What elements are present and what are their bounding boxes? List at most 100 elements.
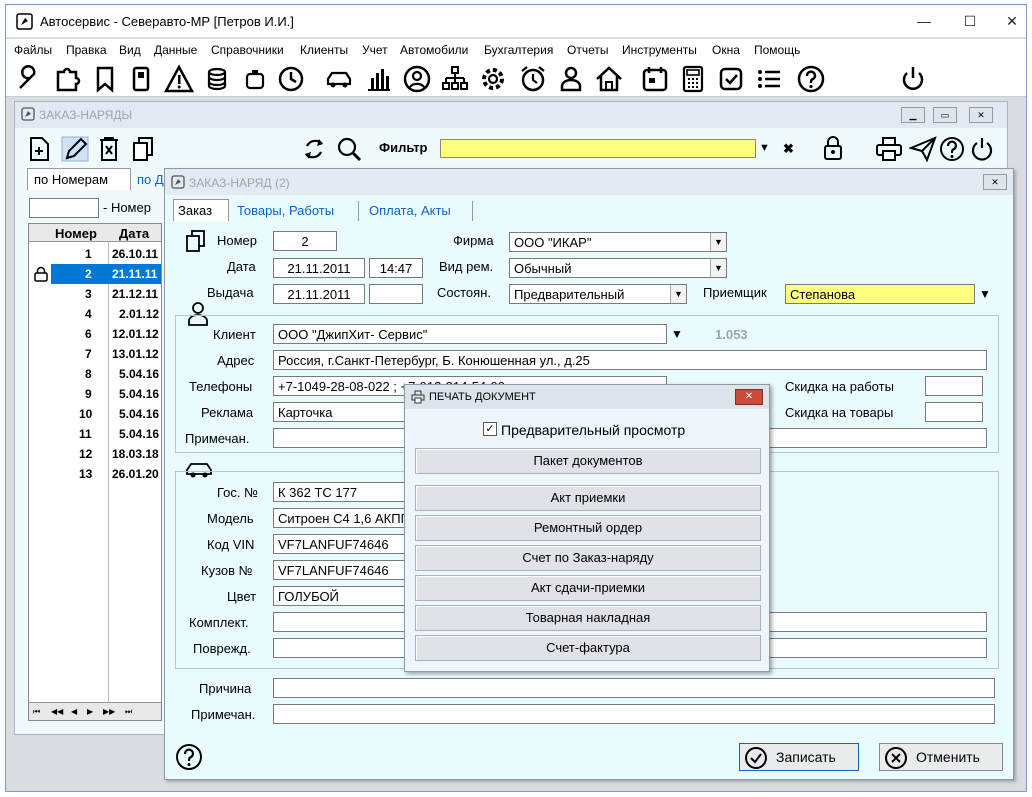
model-field[interactable]: Ситроен С4 1,6 АКПП [273, 508, 413, 528]
print-icon[interactable] [875, 136, 903, 162]
state-select[interactable]: Предварительный ▼ [509, 284, 687, 304]
order-close-button[interactable]: ✕ [983, 174, 1007, 190]
receiver-field[interactable]: Степанова [785, 284, 975, 304]
history-icon[interactable] [276, 64, 306, 94]
maximize-button[interactable]: ☐ [960, 11, 980, 31]
handover-act-button[interactable]: Акт сдачи-приемки [415, 575, 761, 601]
menu-files[interactable]: Файлы [14, 43, 52, 57]
repair-order-button[interactable]: Ремонтный ордер [415, 515, 761, 541]
menu-reports[interactable]: Отчеты [567, 43, 608, 57]
table-row[interactable]: 1 26.10.11 [29, 244, 161, 264]
menu-data[interactable]: Данные [154, 43, 197, 57]
client-field[interactable]: ООО "ДжипХит- Сервис" [273, 324, 667, 344]
repair-type-select[interactable]: Обычный ▼ [509, 258, 727, 278]
menu-cars[interactable]: Автомобили [400, 43, 468, 57]
coins-icon[interactable] [202, 64, 232, 94]
alarm-icon[interactable] [518, 64, 548, 94]
menu-edit[interactable]: Правка [66, 43, 107, 57]
table-row[interactable]: 12 18.03.18 [29, 444, 161, 464]
search-icon[interactable] [335, 136, 363, 162]
list-minimize-button[interactable]: ▁ [901, 107, 925, 123]
menu-accounting[interactable]: Учет [362, 43, 388, 57]
nav-prev-button[interactable]: ◀ [71, 707, 77, 716]
bookmark-icon[interactable] [90, 64, 120, 94]
time-field[interactable]: 14:47 [369, 258, 423, 278]
list-restore-button[interactable]: ▭ [933, 107, 957, 123]
table-row[interactable]: 10 5.04.16 [29, 404, 161, 424]
table-row[interactable]: 8 5.04.16 [29, 364, 161, 384]
client-dropdown-icon[interactable]: ▼ [671, 327, 683, 341]
tab-order[interactable]: Заказ [173, 199, 229, 221]
car-icon[interactable] [324, 64, 354, 94]
table-row-selected[interactable]: 2 21.11.11 [29, 264, 161, 284]
date-field[interactable]: 21.11.2011 [273, 258, 365, 278]
delete-document-icon[interactable] [97, 136, 121, 162]
nav-last-button[interactable]: ⏭ [125, 707, 132, 717]
nav-next-button[interactable]: ▶ [87, 707, 93, 716]
help-icon[interactable] [796, 64, 826, 94]
issue-date-field[interactable]: 21.11.2011 [273, 284, 365, 304]
menu-help[interactable]: Помощь [754, 43, 800, 57]
receiver-dropdown-icon[interactable]: ▼ [979, 287, 991, 301]
battery-icon[interactable] [240, 64, 270, 94]
nav-prev-page-button[interactable]: ◀◀ [51, 707, 63, 716]
phone-book-icon[interactable] [126, 64, 156, 94]
filter-dropdown-icon[interactable]: ▼ [759, 142, 770, 154]
edit-pencil-icon[interactable] [61, 136, 89, 162]
issue-time-field[interactable] [369, 284, 423, 304]
person-icon[interactable] [556, 64, 586, 94]
order-help-icon[interactable] [175, 743, 203, 771]
org-chart-icon[interactable] [440, 64, 470, 94]
order-invoice-button[interactable]: Счет по Заказ-наряду [415, 545, 761, 571]
firm-select[interactable]: ООО "ИКАР" ▼ [509, 232, 727, 252]
table-row[interactable]: 9 5.04.16 [29, 384, 161, 404]
calendar-icon[interactable] [640, 64, 670, 94]
home-icon[interactable] [594, 64, 624, 94]
table-row[interactable]: 4 2.01.12 [29, 304, 161, 324]
cancel-button[interactable]: Отменить [879, 743, 1003, 771]
table-row[interactable]: 11 5.04.16 [29, 424, 161, 444]
nav-first-button[interactable]: ⏮ [33, 707, 40, 717]
puzzle-icon[interactable] [52, 64, 82, 94]
calculator-icon[interactable] [678, 64, 708, 94]
column-date[interactable]: Дата [119, 226, 149, 241]
save-button[interactable]: Записать [739, 743, 859, 771]
color-field[interactable]: ГОЛУБОЙ [273, 586, 413, 606]
menu-clients[interactable]: Клиенты [300, 43, 348, 57]
filter-clear-icon[interactable]: ✖ [783, 141, 794, 157]
bar-chart-icon[interactable] [364, 64, 394, 94]
tax-invoice-button[interactable]: Счет-фактура [415, 635, 761, 661]
table-row[interactable]: 3 21.12.11 [29, 284, 161, 304]
new-document-icon[interactable] [27, 136, 51, 162]
menu-tools[interactable]: Инструменты [622, 43, 697, 57]
tab-payment-acts[interactable]: Оплата, Акты [365, 201, 473, 221]
minimize-button[interactable]: — [914, 11, 934, 31]
firm-dropdown-icon[interactable]: ▼ [710, 233, 726, 251]
plate-field[interactable]: К 362 ТС 177 [273, 482, 413, 502]
copy-document-icon[interactable] [131, 136, 155, 162]
power-icon[interactable] [898, 64, 928, 94]
lock-icon[interactable] [821, 134, 845, 162]
menu-references[interactable]: Справочники [211, 43, 284, 57]
close-button[interactable]: ✕ [1002, 11, 1022, 31]
acceptance-act-button[interactable]: Акт приемки [415, 485, 761, 511]
repair-dropdown-icon[interactable]: ▼ [710, 259, 726, 277]
print-dialog-close-button[interactable]: ✕ [735, 389, 763, 405]
filter-input[interactable] [440, 139, 756, 158]
tab-by-numbers[interactable]: по Номерам [27, 168, 131, 190]
state-dropdown-icon[interactable]: ▼ [670, 285, 686, 303]
list-close-button[interactable]: ✕ [969, 107, 993, 123]
refresh-icon[interactable] [301, 136, 327, 162]
discount-works-field[interactable] [925, 376, 983, 396]
body-field[interactable]: VF7LANFUF74646 [273, 560, 413, 580]
warning-icon[interactable] [163, 64, 195, 94]
tab-goods-works[interactable]: Товары, Работы [233, 201, 359, 221]
gear-icon[interactable] [478, 64, 508, 94]
user-circle-icon[interactable] [402, 64, 432, 94]
address-field[interactable]: Россия, г.Санкт-Петербург, Б. Конюшенная… [273, 350, 987, 370]
document-package-button[interactable]: Пакет документов [415, 448, 761, 474]
reason-note-field[interactable] [273, 704, 995, 724]
reason-field[interactable] [273, 678, 995, 698]
number-search-input[interactable] [29, 198, 99, 218]
table-row[interactable]: 13 26.01.20 [29, 464, 161, 484]
